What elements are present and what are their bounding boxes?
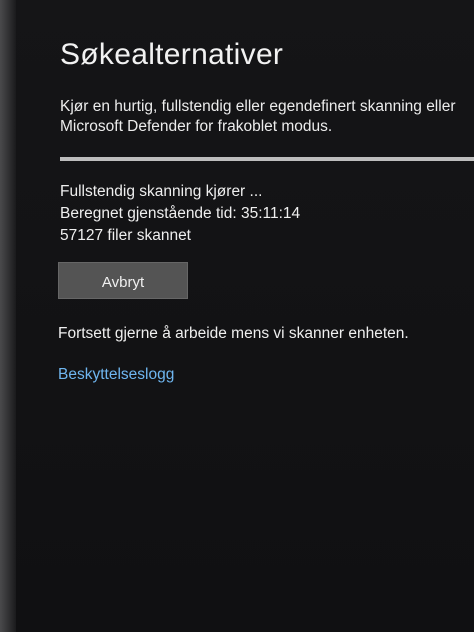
remaining-time-value: 35:11:14 (240, 205, 301, 222)
remaining-time-label: Beregnet gjenstående tid: (60, 205, 237, 222)
scan-status-line: Fullstendig skanning kjører ... (60, 183, 263, 200)
files-scanned-label: filer skannet (107, 227, 191, 244)
continue-working-message: Fortsett gjerne å arbeide mens vi skanne… (58, 325, 409, 342)
description-line-1: Kjør en hurtig, fullstendig eller egende… (60, 98, 456, 115)
files-scanned-row: 57127 filer skannet (60, 225, 300, 247)
monitor-bezel (0, 0, 16, 632)
photo-frame: Søkealternativer Kjør en hurtig, fullste… (0, 0, 474, 632)
scan-progress-bar (60, 157, 474, 161)
defender-window: Søkealternativer Kjør en hurtig, fullste… (16, 0, 474, 632)
scan-status: Fullstendig skanning kjører ... Beregnet… (60, 181, 300, 247)
scan-progress-fill (60, 157, 474, 161)
page-description: Kjør en hurtig, fullstendig eller egende… (60, 97, 474, 137)
page-title: Søkealternativer (60, 38, 284, 71)
remaining-time-row: Beregnet gjenstående tid: 35:11:14 (60, 203, 300, 225)
protection-history-link[interactable]: Beskyttelseslogg (58, 366, 174, 384)
cancel-button[interactable]: Avbryt (58, 262, 188, 299)
description-line-2: Microsoft Defender for frakoblet modus. (60, 118, 333, 135)
files-scanned-count: 57127 (60, 227, 104, 244)
